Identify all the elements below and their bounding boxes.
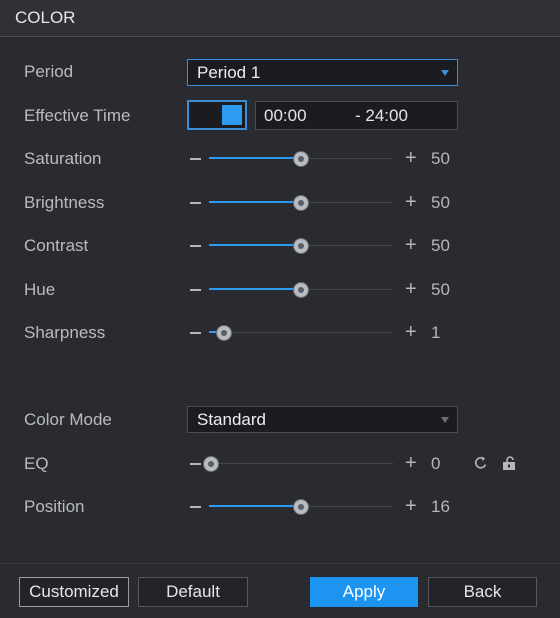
eq-value: 0 bbox=[431, 454, 441, 473]
position-value: 16 bbox=[431, 497, 450, 516]
eq-label: EQ bbox=[24, 454, 49, 473]
lock-icon[interactable] bbox=[501, 455, 517, 471]
saturation-label: Saturation bbox=[24, 149, 102, 168]
plus-icon[interactable]: + bbox=[405, 279, 417, 299]
sharpness-slider[interactable]: + 1 bbox=[190, 322, 460, 343]
minus-icon[interactable] bbox=[190, 332, 201, 334]
slider-track[interactable] bbox=[209, 151, 393, 167]
slider-fill bbox=[209, 505, 301, 507]
slider-track[interactable] bbox=[209, 195, 393, 211]
brightness-label: Brightness bbox=[24, 193, 105, 212]
color-mode-label: Color Mode bbox=[24, 410, 112, 429]
slider-thumb[interactable] bbox=[293, 195, 309, 211]
chevron-down-icon bbox=[441, 70, 449, 76]
slider-thumb[interactable] bbox=[293, 238, 309, 254]
slider-thumb[interactable] bbox=[215, 325, 232, 341]
color-mode-dropdown[interactable]: Standard bbox=[187, 406, 458, 433]
slider-track[interactable] bbox=[209, 238, 393, 254]
minus-icon[interactable] bbox=[190, 202, 201, 204]
sharpness-label: Sharpness bbox=[24, 323, 106, 342]
color-settings-window: COLOR Period Period 1 Effective Time 00:… bbox=[0, 0, 560, 618]
position-label: Position bbox=[24, 497, 85, 516]
plus-icon[interactable]: + bbox=[405, 496, 417, 516]
saturation-slider[interactable]: + 50 bbox=[190, 148, 460, 169]
slider-track[interactable] bbox=[202, 456, 393, 472]
minus-icon[interactable] bbox=[190, 158, 201, 160]
slider-fill bbox=[209, 201, 301, 203]
back-button[interactable]: Back bbox=[428, 577, 537, 607]
reset-icon[interactable] bbox=[473, 455, 489, 471]
slider-thumb[interactable] bbox=[293, 151, 309, 167]
minus-icon[interactable] bbox=[190, 245, 201, 247]
brightness-value: 50 bbox=[431, 193, 450, 212]
minus-icon[interactable] bbox=[190, 289, 201, 291]
saturation-value: 50 bbox=[431, 149, 450, 168]
contrast-label: Contrast bbox=[24, 236, 89, 255]
plus-icon[interactable]: + bbox=[405, 192, 417, 212]
default-button[interactable]: Default bbox=[138, 577, 248, 607]
slider-fill bbox=[209, 288, 301, 290]
minus-icon[interactable] bbox=[190, 506, 201, 508]
toggle-knob bbox=[222, 105, 242, 125]
position-slider[interactable]: + 16 bbox=[190, 496, 460, 517]
footer-divider bbox=[0, 563, 560, 564]
start-time[interactable]: 00:00 bbox=[264, 106, 307, 126]
slider-track[interactable] bbox=[209, 282, 393, 298]
title-bar: COLOR bbox=[0, 0, 560, 37]
period-value: Period 1 bbox=[197, 63, 261, 82]
hue-slider[interactable]: + 50 bbox=[190, 279, 460, 300]
window-title: COLOR bbox=[15, 8, 76, 27]
period-label: Period bbox=[24, 62, 74, 81]
brightness-slider[interactable]: + 50 bbox=[190, 192, 460, 213]
apply-button[interactable]: Apply bbox=[310, 577, 418, 607]
chevron-down-icon bbox=[441, 417, 449, 423]
color-mode-value: Standard bbox=[197, 410, 266, 429]
effective-time-toggle[interactable] bbox=[187, 100, 247, 130]
slider-thumb[interactable] bbox=[202, 456, 219, 472]
minus-icon[interactable] bbox=[190, 463, 201, 465]
period-dropdown[interactable]: Period 1 bbox=[187, 59, 458, 86]
end-time[interactable]: - 24:00 bbox=[355, 106, 408, 126]
plus-icon[interactable]: + bbox=[405, 453, 417, 473]
slider-fill bbox=[209, 157, 301, 159]
slider-track[interactable] bbox=[209, 325, 393, 341]
slider-thumb[interactable] bbox=[293, 499, 309, 515]
plus-icon[interactable]: + bbox=[405, 148, 417, 168]
eq-slider[interactable]: + 0 bbox=[190, 453, 460, 474]
contrast-value: 50 bbox=[431, 236, 450, 255]
effective-time-label: Effective Time bbox=[24, 106, 131, 125]
effective-time-range[interactable]: 00:00 - 24:00 bbox=[255, 101, 458, 130]
hue-label: Hue bbox=[24, 280, 56, 299]
slider-track[interactable] bbox=[209, 499, 393, 515]
sharpness-value: 1 bbox=[431, 323, 441, 342]
plus-icon[interactable]: + bbox=[405, 235, 417, 255]
contrast-slider[interactable]: + 50 bbox=[190, 235, 460, 256]
plus-icon[interactable]: + bbox=[405, 322, 417, 342]
hue-value: 50 bbox=[431, 280, 450, 299]
customized-button[interactable]: Customized bbox=[19, 577, 129, 607]
slider-fill bbox=[209, 244, 301, 246]
slider-thumb[interactable] bbox=[293, 282, 309, 298]
